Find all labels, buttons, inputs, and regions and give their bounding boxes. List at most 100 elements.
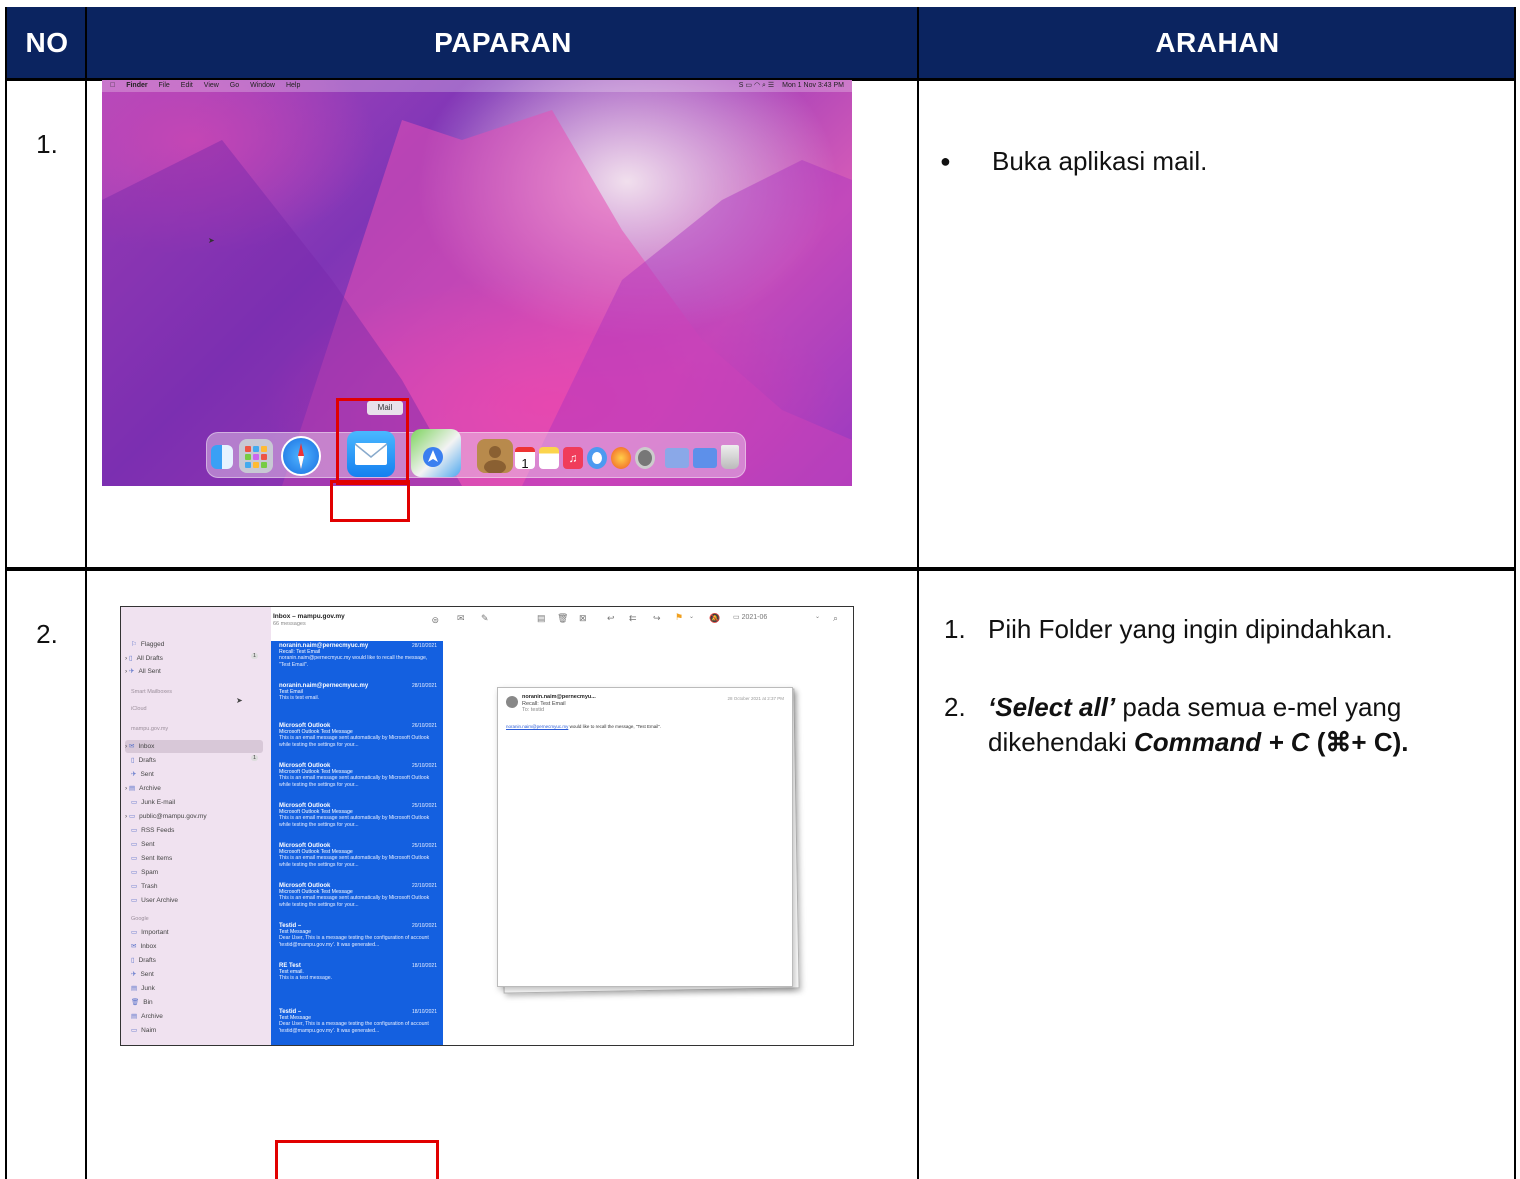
wallpaper-mountains: [102, 110, 852, 486]
sidebar-item-sent[interactable]: ✈ Sent: [131, 769, 154, 780]
sidebar-item-spam[interactable]: ▭ Spam: [131, 867, 158, 878]
sidebar-item-all-sent[interactable]: › ✈ All Sent: [125, 666, 161, 677]
mouse-cursor-icon: ➤: [236, 696, 243, 705]
header-paparan: PAPARAN: [434, 27, 572, 58]
row-number-1: 1.: [36, 129, 58, 159]
sidebar-head-google: Google: [131, 916, 149, 922]
sidebar-item-flagged[interactable]: ⚐ Flagged: [131, 639, 164, 650]
status-icons: S ▭ ◠ ⌕ ☰: [738, 82, 775, 89]
folder-chip[interactable]: ▭ 2021-06: [733, 613, 767, 621]
finder-icon[interactable]: [211, 445, 233, 469]
step2-text: ‘Select all’ pada semua e-mel yang dikeh…: [988, 690, 1508, 760]
list-item[interactable]: Microsoft Outlook 26/10/2021 Microsoft Ou…: [279, 723, 437, 748]
sidebar-item-public[interactable]: › ▭ public@mampu.gov.my: [125, 811, 207, 822]
keyboard-icon[interactable]: [665, 448, 689, 468]
calendar-icon[interactable]: 1: [515, 447, 535, 471]
chevron-down-icon[interactable]: ⌄: [689, 613, 694, 620]
chevron-down-icon[interactable]: ⌄: [815, 613, 820, 620]
menu-help[interactable]: Help: [286, 82, 300, 89]
sidebar-item-g-sent[interactable]: ✈ Sent: [131, 969, 154, 980]
row-number-2: 2.: [36, 619, 58, 649]
firefox-icon[interactable]: [611, 447, 631, 469]
sidebar-item-g-archive[interactable]: ▤ Archive: [131, 1011, 163, 1022]
sidebar-item-junk-email[interactable]: ▭ Junk E-mail: [131, 797, 175, 808]
flag-icon[interactable]: ⚑: [675, 612, 683, 623]
apple-icon[interactable]: : [110, 82, 115, 89]
trash-icon[interactable]: 🗑: [557, 613, 568, 624]
sidebar-item-g-naim[interactable]: ▭ Naim: [131, 1025, 156, 1036]
sender-link[interactable]: noranin.naim@pernecmyuc.my: [506, 724, 568, 729]
preview-body: noranin.naim@pernecmyuc.my would like to…: [506, 724, 662, 729]
sidebar-item-rss[interactable]: ▭ RSS Feeds: [131, 825, 174, 836]
sidebar-item-g-drafts[interactable]: ▯ Drafts: [131, 955, 156, 966]
trash-icon[interactable]: [721, 445, 739, 469]
list-item[interactable]: Microsoft Outlook 25/10/2021 Microsoft Ou…: [279, 763, 437, 788]
mail-toolbar: ✉ ✎ ▤ 🗑 ⊠ ↩ ⇇ ↪ ⚑ ⌄ 🔕 ▭ 2021-06 ⌄ ⌕: [443, 607, 853, 629]
list-item[interactable]: Testid –20/10/2021 Test Message Dear User…: [279, 923, 437, 948]
message-list-header: Inbox – mampu.gov.my 66 messages ⊜: [271, 607, 443, 641]
list-item[interactable]: Microsoft Outlook 25/10/2021 Microsoft Ou…: [279, 803, 437, 828]
reply-icon[interactable]: ↩: [607, 613, 615, 624]
sidebar-item-g-inbox[interactable]: ✉ Inbox: [131, 941, 156, 952]
notes-icon[interactable]: [539, 447, 559, 469]
header-no: NO: [25, 27, 69, 58]
menu-view[interactable]: View: [204, 82, 219, 89]
list-item[interactable]: Testid –18/10/2021 Test Message Dear User…: [279, 1009, 437, 1034]
filter-icon[interactable]: ⊜: [431, 615, 439, 626]
safari-icon[interactable]: [281, 436, 321, 476]
list-item[interactable]: noranin.naim@pernecmyuc.my 28/10/2021 Rec…: [279, 643, 437, 668]
reply-all-icon[interactable]: ⇇: [629, 613, 637, 624]
menu-app-finder[interactable]: Finder: [126, 82, 147, 89]
envelope-icon[interactable]: ✉: [457, 613, 465, 624]
sidebar-head-icloud: iCloud: [131, 706, 147, 712]
mail-app-screenshot: ⚐ Flagged › ▯ All Drafts 1 › ✈ All Sent Sma…: [120, 606, 854, 1046]
screen-icon[interactable]: [693, 448, 717, 468]
message-count: 66 messages: [273, 621, 306, 627]
dock: 1 ♫: [206, 429, 746, 478]
forward-icon[interactable]: ↪: [653, 613, 661, 624]
sidebar-head-account: mampu.gov.my: [131, 726, 169, 732]
maps-icon[interactable]: [411, 429, 461, 477]
highlight-box-mail-icon: [336, 398, 409, 485]
avatar: [506, 696, 518, 708]
sidebar-item-user-archive[interactable]: ▭ User Archive: [131, 895, 178, 906]
menu-edit[interactable]: Edit: [181, 82, 193, 89]
sidebar-item-all-drafts[interactable]: › ▯ All Drafts: [125, 653, 163, 664]
list-item[interactable]: Microsoft Outlook 25/10/2021 Microsoft Ou…: [279, 843, 437, 868]
list-item[interactable]: noranin.naim@pernecmyuc.my 28/10/2021 Tes…: [279, 683, 437, 702]
bullet-icon: ●: [940, 151, 951, 171]
menu-file[interactable]: File: [159, 82, 170, 89]
archive-icon[interactable]: ▤: [537, 613, 546, 624]
menu-go[interactable]: Go: [230, 82, 239, 89]
sidebar-item-sent-items[interactable]: ▭ Sent Items: [131, 853, 172, 864]
search-icon[interactable]: ⌕: [833, 613, 838, 624]
sidebar-item-g-bin[interactable]: 🗑 Bin: [131, 997, 153, 1008]
chrome-icon[interactable]: [587, 447, 607, 469]
sidebar-item-trash[interactable]: ▭ Trash: [131, 881, 158, 892]
sidebar-item-drafts[interactable]: ▯ Drafts: [131, 755, 156, 766]
sidebar-item-g-junk[interactable]: ▤ Junk: [131, 983, 155, 994]
message-list: Inbox – mampu.gov.my 66 messages ⊜ noran…: [271, 607, 443, 1045]
sidebar-item-sent2[interactable]: ▭ Sent: [131, 839, 155, 850]
junk-icon[interactable]: ⊠: [579, 613, 587, 624]
table-header: NO PAPARAN ARAHAN: [7, 7, 1514, 78]
message-preview: noranin.naim@pernecmyu... Recall: Test E…: [497, 687, 793, 987]
column-divider: [85, 7, 87, 1179]
sidebar-item-archive[interactable]: › ▤ Archive: [125, 783, 161, 794]
contacts-icon[interactable]: [477, 439, 513, 474]
list-item[interactable]: Microsoft Outlook 22/10/2021 Microsoft Ou…: [279, 883, 437, 908]
mail-sidebar: ⚐ Flagged › ▯ All Drafts 1 › ✈ All Sent Sma…: [121, 607, 271, 1045]
mute-icon[interactable]: 🔕: [709, 613, 720, 624]
row-divider: [7, 567, 1514, 571]
sidebar-item-important[interactable]: ▭ Important: [131, 927, 169, 938]
sidebar-item-inbox[interactable]: › ✉ Inbox: [125, 741, 154, 752]
step2-shortcut: (⌘+ C).: [1309, 727, 1409, 757]
column-divider: [917, 7, 919, 1179]
launchpad-icon[interactable]: [239, 439, 273, 473]
settings-icon[interactable]: [635, 447, 655, 469]
music-icon[interactable]: ♫: [563, 447, 583, 469]
step1-number: 1.: [944, 614, 966, 644]
compose-icon[interactable]: ✎: [481, 613, 489, 624]
menu-window[interactable]: Window: [250, 82, 275, 89]
list-item[interactable]: RE Test 18/10/2021 Test email. This is a t…: [279, 963, 437, 982]
